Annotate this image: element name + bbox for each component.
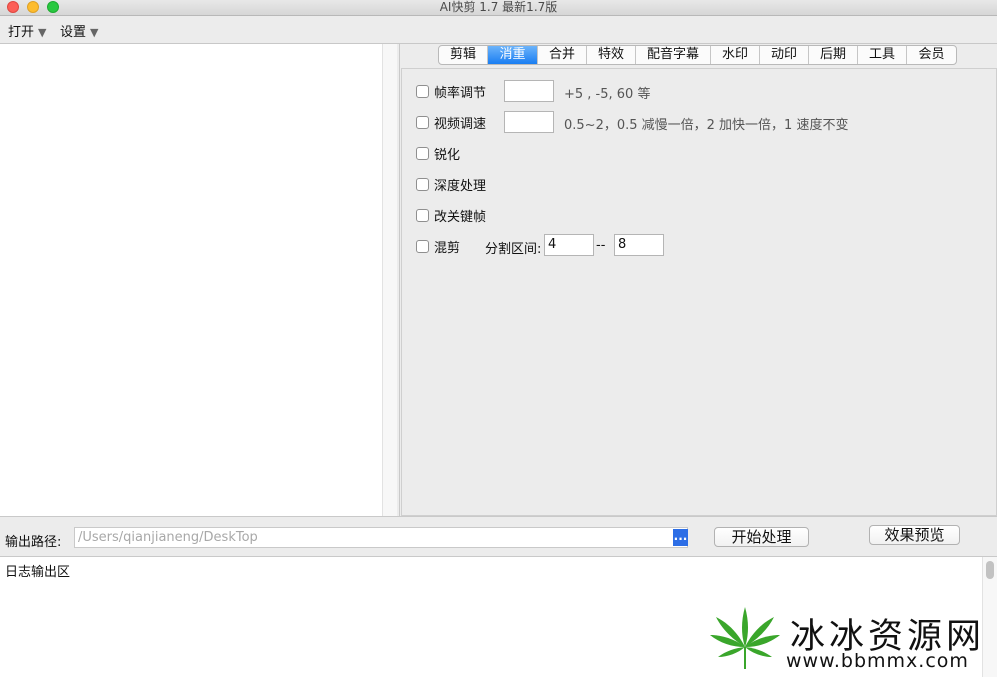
tab-tools[interactable]: 工具 — [858, 46, 907, 64]
chevron-down-icon: ▼ — [38, 26, 47, 39]
split-range-separator: -- — [596, 238, 606, 253]
menu-settings-label: 设置 — [60, 25, 87, 40]
tab-motion-watermark[interactable]: 动印 — [760, 46, 809, 64]
frame-rate-checkbox[interactable] — [416, 84, 429, 98]
keyframe-checkbox[interactable] — [416, 208, 429, 222]
menu-open[interactable]: 打开 ▼ — [8, 21, 46, 40]
tab-watermark[interactable]: 水印 — [711, 46, 760, 64]
tab-post[interactable]: 后期 — [809, 46, 858, 64]
menu-settings[interactable]: 设置 ▼ — [60, 21, 98, 40]
tab-merge[interactable]: 合并 — [538, 46, 587, 64]
output-path-label: 输出路径: — [5, 535, 62, 550]
file-list-scrollbar[interactable] — [382, 44, 397, 516]
file-list-panel[interactable] — [0, 44, 397, 516]
leaf-logo-icon — [710, 607, 780, 669]
frame-rate-hint: +5 , -5, 60 等 — [564, 87, 651, 102]
mix-cut-option[interactable]: 混剪 — [416, 235, 460, 257]
watermark-url: www.bbmmx.com — [786, 650, 969, 672]
preview-effect-button[interactable]: 效果预览 — [869, 525, 960, 545]
log-scrollbar-thumb[interactable] — [986, 561, 994, 579]
video-speed-label: 视频调速 — [434, 116, 487, 132]
split-range-to-input[interactable]: 8 — [614, 234, 664, 256]
keyframe-label: 改关键帧 — [434, 209, 487, 225]
settings-panel: 剪辑 消重 合并 特效 配音字幕 水印 动印 后期 工具 会员 帧率调节 +5 … — [399, 44, 997, 516]
depth-processing-option[interactable]: 深度处理 — [416, 173, 486, 195]
menu-open-label: 打开 — [8, 25, 35, 40]
title-bar: AI快剪 1.7 最新1.7版 — [0, 0, 997, 16]
menu-bar: 打开 ▼ 设置 ▼ — [0, 16, 997, 44]
tab-dubbing-subtitles[interactable]: 配音字幕 — [636, 46, 711, 64]
split-range-from-input[interactable]: 4 — [544, 234, 594, 256]
start-processing-button[interactable]: 开始处理 — [714, 527, 809, 547]
output-path-input[interactable]: /Users/qianjianeng/DeskTop — [74, 527, 688, 548]
chevron-down-icon: ▼ — [90, 26, 99, 39]
video-speed-option[interactable]: 视频调速 — [416, 111, 486, 133]
depth-processing-label: 深度处理 — [434, 178, 487, 194]
tab-member[interactable]: 会员 — [907, 46, 956, 64]
output-bar: 输出路径: /Users/qianjianeng/DeskTop ... 开始处… — [0, 516, 997, 556]
tab-edit[interactable]: 剪辑 — [439, 46, 488, 64]
browse-button[interactable]: ... — [673, 529, 688, 546]
log-output-title: 日志输出区 — [5, 565, 71, 580]
video-speed-hint: 0.5~2，0.5 减慢一倍，2 加快一倍，1 速度不变 — [564, 118, 849, 133]
dedup-tab-content: 帧率调节 +5 , -5, 60 等 视频调速 0.5~2，0.5 减慢一倍，2… — [401, 68, 997, 516]
video-speed-checkbox[interactable] — [416, 115, 429, 129]
window-title: AI快剪 1.7 最新1.7版 — [439, 0, 558, 14]
depth-processing-checkbox[interactable] — [416, 177, 429, 191]
frame-rate-option[interactable]: 帧率调节 — [416, 80, 486, 102]
sharpen-checkbox[interactable] — [416, 146, 429, 160]
mix-cut-label: 混剪 — [434, 240, 461, 256]
video-speed-input[interactable] — [504, 111, 554, 133]
sharpen-option[interactable]: 锐化 — [416, 142, 460, 164]
tab-effects[interactable]: 特效 — [587, 46, 636, 64]
frame-rate-label: 帧率调节 — [434, 85, 487, 101]
frame-rate-input[interactable] — [504, 80, 554, 102]
keyframe-option[interactable]: 改关键帧 — [416, 204, 486, 226]
mix-cut-checkbox[interactable] — [416, 239, 429, 253]
tab-bar: 剪辑 消重 合并 特效 配音字幕 水印 动印 后期 工具 会员 — [438, 45, 957, 65]
split-range-label: 分割区间: — [485, 242, 542, 257]
tab-dedup[interactable]: 消重 — [488, 46, 538, 64]
sharpen-label: 锐化 — [434, 147, 461, 163]
